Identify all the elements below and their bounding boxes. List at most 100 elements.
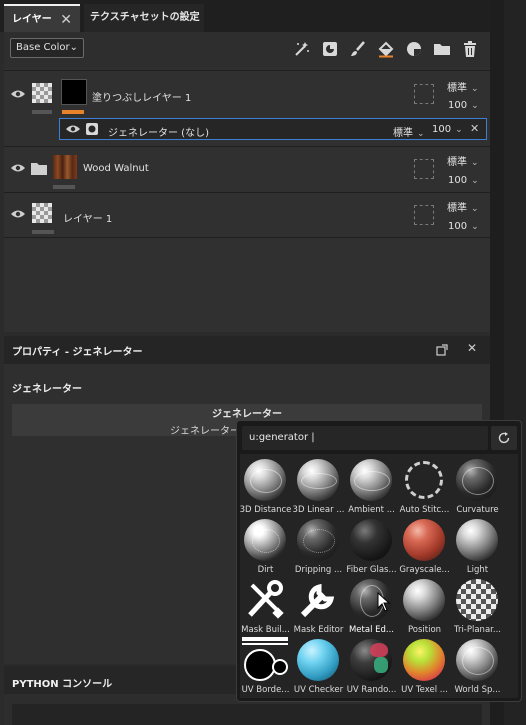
wood-walnut-thumbnail	[53, 155, 77, 179]
layer-name[interactable]: Wood Walnut	[83, 163, 149, 174]
resource-thumbnail	[456, 459, 498, 501]
resource-thumbnail	[403, 579, 445, 621]
refresh-button[interactable]	[491, 426, 517, 450]
opacity-value[interactable]: 100 ⌄	[448, 175, 479, 186]
resource-thumbnail	[350, 639, 392, 681]
mask-placeholder[interactable]	[414, 159, 434, 179]
layer-row[interactable]: Wood Walnut 標準 ⌄ 100 ⌄	[4, 146, 490, 192]
add-mask-icon[interactable]	[321, 40, 339, 58]
fill-bucket-icon[interactable]	[377, 40, 395, 58]
eye-icon[interactable]	[10, 209, 26, 219]
generator-icon	[86, 123, 98, 135]
close-icon[interactable]: ✕	[467, 341, 477, 355]
resource-tile-3d-linear[interactable]: 3D Linear ...	[292, 456, 345, 516]
resource-thumbnail	[456, 579, 498, 621]
resource-tile-dripping[interactable]: Dripping ...	[292, 516, 345, 576]
resource-label: UV Checker	[293, 685, 344, 695]
generator-picker-button[interactable]: ジェネレーター/	[170, 422, 243, 437]
layer-underbar	[32, 110, 52, 114]
folder-icon[interactable]	[433, 40, 451, 58]
resource-tile-fiber-glass[interactable]: Fiber Glas...	[345, 516, 398, 576]
folder-icon	[31, 163, 47, 175]
selected-mask-underbar	[62, 110, 84, 114]
python-console-title: PYTHON コンソール	[12, 679, 113, 690]
resource-tile-position[interactable]: Position	[398, 576, 451, 636]
resource-tile-world-space[interactable]: World Sp...	[451, 636, 504, 696]
eye-icon[interactable]	[65, 124, 81, 134]
resource-label: Mask Buil...	[241, 625, 290, 635]
tab-texture-set-settings[interactable]: テクスチャセットの設定	[84, 4, 204, 32]
resource-tile-dirt[interactable]: Dirt	[239, 516, 292, 576]
resource-thumbnail	[405, 461, 443, 499]
channel-select[interactable]: Base Color ⌄	[10, 38, 84, 58]
layer-thumbnail	[32, 203, 52, 223]
resource-label: Grayscale...	[399, 565, 450, 575]
paint-brush-icon[interactable]	[349, 40, 367, 58]
fill-color-thumbnail[interactable]	[61, 79, 87, 105]
resource-thumbnail	[403, 639, 445, 681]
resource-thumbnail	[350, 459, 392, 501]
layer-name[interactable]: レイヤー 1	[63, 210, 112, 225]
mask-placeholder[interactable]	[414, 84, 434, 104]
trash-icon[interactable]	[461, 40, 479, 58]
resource-tile-mask-builder[interactable]: Mask Buil...	[239, 576, 292, 636]
blend-mode[interactable]: 標準 ⌄	[393, 124, 425, 139]
resource-thumbnail	[297, 519, 339, 561]
resource-tile-grayscale[interactable]: Grayscale...	[398, 516, 451, 576]
resource-tile-tri-planar[interactable]: Tri-Planar...	[451, 576, 504, 636]
eye-icon[interactable]	[10, 89, 26, 99]
resource-label: Dripping ...	[294, 565, 343, 575]
properties-title: プロパティ - ジェネレーター	[12, 347, 143, 358]
resource-tile-uv-checker[interactable]: UV Checker	[292, 636, 345, 696]
mask-placeholder[interactable]	[414, 205, 434, 225]
resource-tile-uv-border[interactable]: UV Borde...	[239, 636, 292, 696]
layer-thumbnail	[32, 83, 52, 103]
generator-effect-row[interactable]: ジェネレーター (なし) 標準 ⌄ 100 ⌄ ✕	[59, 118, 487, 140]
tab-layers[interactable]: レイヤー ✕	[4, 4, 80, 32]
resource-tile-uv-random[interactable]: UV Rando...	[345, 636, 398, 696]
undock-icon[interactable]	[436, 344, 448, 356]
tab-layers-label: レイヤー	[12, 14, 52, 25]
blend-mode[interactable]: 標準 ⌄	[447, 79, 479, 94]
add-effect-icon[interactable]	[293, 40, 311, 58]
resource-label: Curvature	[456, 505, 499, 515]
resource-label: World Sp...	[454, 685, 501, 695]
refresh-icon	[498, 432, 510, 444]
opacity-value[interactable]: 100 ⌄	[448, 100, 479, 111]
opacity-value[interactable]: 100 ⌄	[432, 124, 463, 135]
generator-name[interactable]: ジェネレーター (なし)	[108, 124, 209, 139]
resource-tile-curvature[interactable]: Curvature	[451, 456, 504, 516]
resource-tile-mask-editor[interactable]: Mask Editor	[292, 576, 345, 636]
opacity-value[interactable]: 100 ⌄	[448, 221, 479, 232]
resource-thumbnail	[403, 519, 445, 561]
resource-label: Light	[466, 565, 489, 575]
resource-tile-auto-stitch[interactable]: Auto Stitc...	[398, 456, 451, 516]
resource-label: Mask Editor	[293, 625, 344, 635]
python-console-input[interactable]	[12, 704, 482, 725]
resource-label: 3D Distance	[239, 505, 292, 515]
resource-thumbnail	[297, 639, 339, 681]
resource-tile-light[interactable]: Light	[451, 516, 504, 576]
resource-tile-uv-texel[interactable]: UV Texel ...	[398, 636, 451, 696]
resource-thumbnail	[242, 637, 288, 681]
search-input[interactable]: u:generator |	[242, 426, 488, 450]
resource-label: UV Texel ...	[401, 685, 448, 695]
resource-thumbnail	[297, 459, 339, 501]
blend-mode[interactable]: 標準 ⌄	[447, 199, 479, 214]
properties-section-title: ジェネレーター	[12, 384, 82, 395]
layer-name[interactable]: 塗りつぶしレイヤー 1	[92, 89, 191, 104]
blend-mode[interactable]: 標準 ⌄	[447, 153, 479, 168]
resource-tile-3d-distance[interactable]: 3D Distance	[239, 456, 292, 516]
resource-thumbnail	[350, 519, 392, 561]
eye-icon[interactable]	[10, 163, 26, 173]
layer-row[interactable]: レイヤー 1 標準 ⌄ 100 ⌄	[4, 192, 490, 238]
resource-tile-ambient-occlusion[interactable]: Ambient ...	[345, 456, 398, 516]
close-icon[interactable]: ✕	[470, 122, 479, 135]
resource-label: Ambient ...	[348, 505, 395, 515]
close-icon[interactable]: ✕	[60, 6, 72, 34]
resource-thumbnail	[456, 639, 498, 681]
layer-underbar	[53, 185, 75, 189]
smart-material-icon[interactable]	[405, 40, 423, 58]
resource-label: Auto Stitc...	[399, 505, 450, 515]
layer-row[interactable]: 塗りつぶしレイヤー 1 標準 ⌄ 100 ⌄	[4, 70, 490, 116]
